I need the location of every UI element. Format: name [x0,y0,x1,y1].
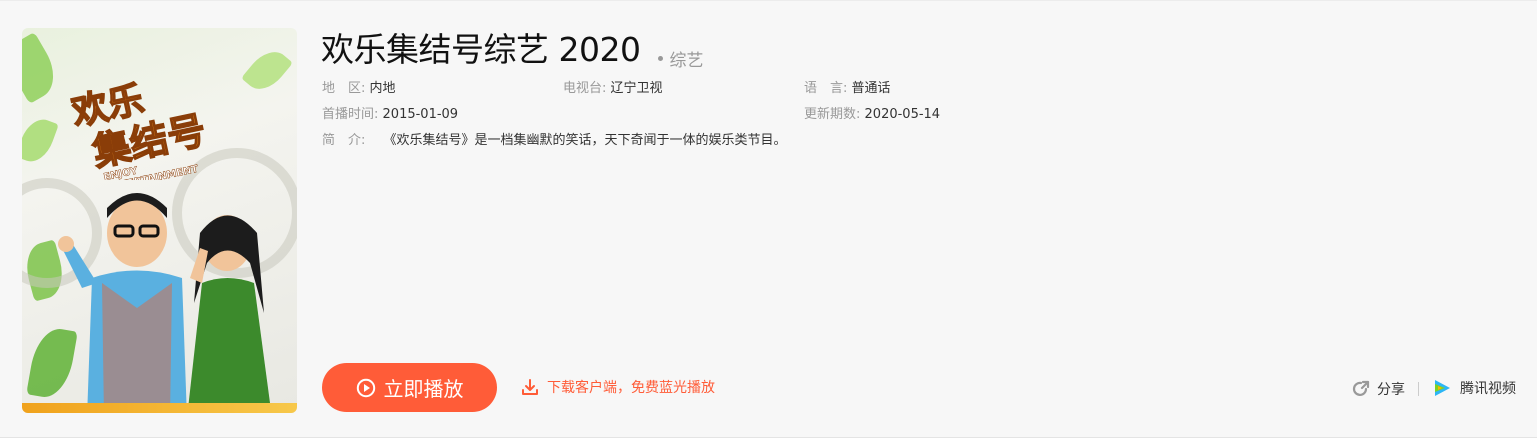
update-info: 更新期数: 2020-05-14 [804,103,940,122]
premiere-info: 首播时间: 2015-01-09 [322,103,458,122]
language-info: 语 言: 普通话 [804,77,891,96]
title-row: 欢乐集结号综艺 2020 综艺 [321,23,703,71]
region-label: 地 区: [322,81,366,96]
show-title: 欢乐集结号综艺 2020 [321,30,641,69]
intro-label: 简 介: [322,133,366,148]
divider [1418,382,1419,396]
tv-info: 电视台: 辽宁卫视 [563,77,663,96]
language-value: 普通话 [851,81,891,96]
tv-value[interactable]: 辽宁卫视 [611,81,663,96]
intro-info: 简 介: 《欢乐集结号》是一档集幽默的笑话，天下奇闻于一体的娱乐类节目。 [322,129,787,148]
region-value[interactable]: 内地 [370,81,396,96]
tencent-video-icon [1435,380,1450,396]
intro-text: 《欢乐集结号》是一档集幽默的笑话，天下奇闻于一体的娱乐类节目。 [383,133,787,148]
premiere-value: 2015-01-09 [382,107,459,122]
share-icon [1352,380,1370,396]
download-client-link[interactable]: 下载客户端，免费蓝光播放 [521,377,715,397]
play-now-button[interactable]: 立即播放 [322,363,497,412]
download-client-label: 下载客户端，免费蓝光播放 [547,380,715,396]
genre-tag[interactable]: 综艺 [658,46,703,71]
show-logo: 欢乐 集结号 ENJOY ENTERTAINMENT [67,78,210,180]
update-value: 2020-05-14 [864,107,941,122]
show-card: 欢乐 集结号 ENJOY ENTERTAINMENT 欢乐集结号综艺 2020 … [0,0,1537,438]
share-button[interactable]: 分享 [1352,379,1405,399]
premiere-label: 首播时间: [322,107,379,122]
show-poster[interactable]: 欢乐 集结号 ENJOY ENTERTAINMENT [22,28,297,413]
genre-label: 综艺 [669,51,704,71]
play-circle-icon [356,378,375,397]
update-label: 更新期数: [804,107,861,122]
host-female-figure [187,215,272,413]
region-info: 地 区: 内地 [322,77,396,96]
share-label: 分享 [1377,382,1405,398]
source-label: 腾讯视频 [1460,381,1516,397]
source-tencent-video[interactable]: 腾讯视频 [1432,378,1516,398]
tv-label: 电视台: [563,81,607,96]
language-label: 语 言: [804,81,848,96]
download-icon [522,379,538,395]
play-now-label: 立即播放 [383,377,464,401]
dot-icon [658,56,664,61]
